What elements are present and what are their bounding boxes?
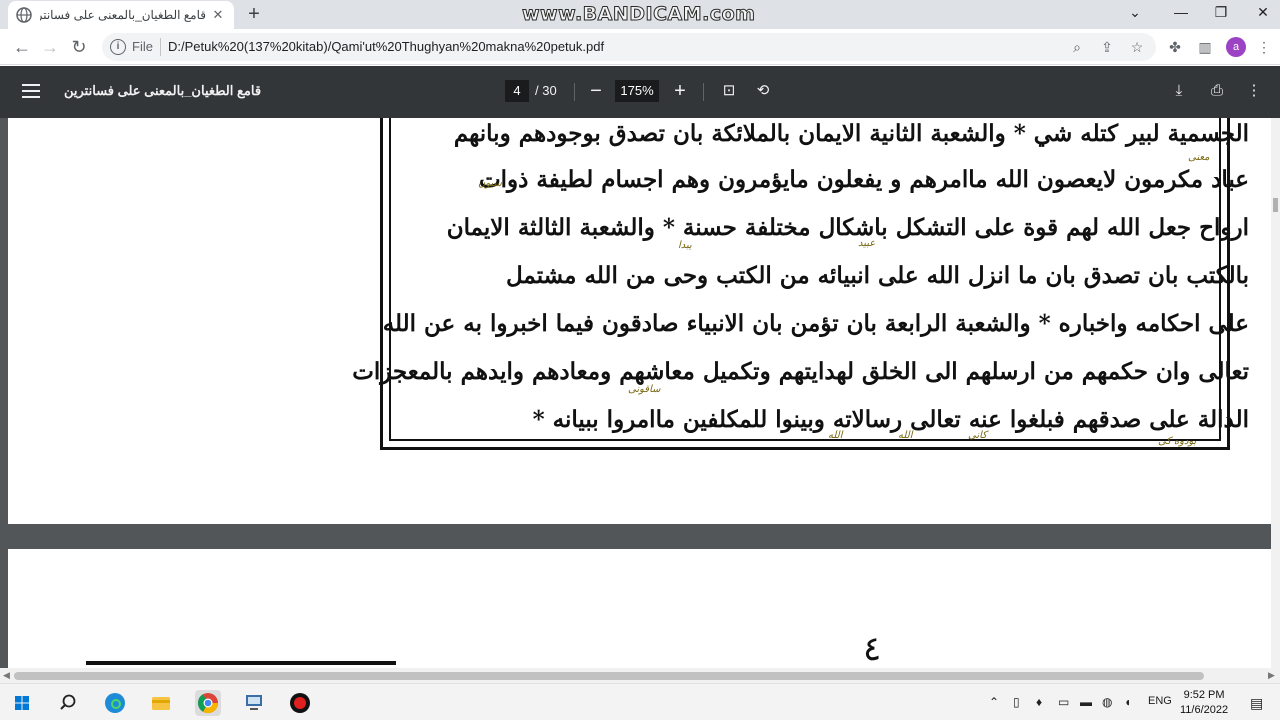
address-bar[interactable]: i File D:/Petuk%20(137%20kitab)/Qami'ut%… <box>102 33 1156 61</box>
page-number-glyph: ٤ <box>863 629 882 668</box>
search-icon[interactable] <box>54 689 82 717</box>
annotation: الله <box>828 430 843 441</box>
tab-title: قامع الطغيان_بالمعنى على فسانتر <box>40 8 206 22</box>
clock-time: 9:52 PM <box>1183 689 1225 701</box>
show-hidden-icons-icon[interactable]: ⌃ <box>989 695 999 709</box>
clock-date: 11/6/2022 <box>1180 704 1229 716</box>
download-icon[interactable]: ⤓ <box>1168 80 1190 102</box>
hamburger-menu-icon[interactable] <box>20 80 42 102</box>
scan-text-line: تعالى وان حكمهم من ارسلهم الى الخلق لهدا… <box>352 358 1249 385</box>
windows-start-icon[interactable] <box>8 689 36 717</box>
zoom-level-input[interactable]: 175% <box>615 80 659 102</box>
new-tab-button[interactable]: + <box>243 4 265 26</box>
url-text[interactable]: D:/Petuk%20(137%20kitab)/Qami'ut%20Thugh… <box>168 39 604 54</box>
horizontal-scroll-thumb[interactable] <box>14 672 1204 680</box>
close-window-button[interactable]: ✕ <box>1240 0 1280 24</box>
bookmark-star-icon[interactable]: ☆ <box>1128 38 1146 56</box>
info-icon[interactable]: i <box>110 39 126 55</box>
chrome-menu-icon[interactable]: ⋮ <box>1254 37 1274 57</box>
bandicam-watermark: www.BANDICAM.com <box>521 3 756 26</box>
maximize-button[interactable]: ❐ <box>1198 0 1244 24</box>
volume-icon[interactable]: ◖ <box>1124 695 1131 709</box>
browser-tab[interactable]: قامع الطغيان_بالمعنى على فسانتر ✕ <box>8 1 234 29</box>
tab-strip: قامع الطغيان_بالمعنى على فسانتر ✕ + www.… <box>0 0 1280 29</box>
bandicam-record-icon[interactable] <box>286 689 314 717</box>
toolbar-divider <box>703 83 704 101</box>
scan-text-line: الدالة على صدقهم فبلغوا عنه تعالى رسالات… <box>532 406 1249 433</box>
windows-taskbar: ⌃ ▯ ♦ ▭ ▬ ◍ ◖ ENG 9:52 PM 11/6/2022 ▤ <box>0 683 1280 720</box>
device-icon[interactable]: ▯ <box>1013 695 1020 709</box>
globe-icon <box>16 7 32 23</box>
scan-text-line: بالكتب بان تصدق بان ما انزل الله على انب… <box>505 262 1249 289</box>
browser-toolbar: ← → ↻ i File D:/Petuk%20(137%20kitab)/Qa… <box>0 29 1280 65</box>
scroll-right-arrow-icon[interactable]: ▶ <box>1268 670 1275 681</box>
document-title: قامع الطغيان_بالمعنى على فسانترين <box>64 83 262 98</box>
file-explorer-icon[interactable] <box>147 689 175 717</box>
annotation: يبدا <box>678 240 692 251</box>
annotation: ساقونى <box>628 384 661 395</box>
pdf-toolbar: قامع الطغيان_بالمعنى على فسانترين 4 / 30… <box>0 66 1280 118</box>
scheme-label: File <box>132 39 153 54</box>
page-total: / 30 <box>535 83 557 98</box>
zoom-in-button[interactable]: + <box>669 80 691 102</box>
vertical-scroll-thumb[interactable] <box>1273 198 1278 212</box>
share-icon[interactable]: ⇪ <box>1098 38 1116 56</box>
scan-text-line: الجسمية لبير كتله شي * والشعبة الثانية ا… <box>453 120 1249 147</box>
battery-icon[interactable]: ▬ <box>1080 695 1092 709</box>
system-clock[interactable]: 9:52 PM 11/6/2022 <box>1180 688 1228 718</box>
print-icon[interactable]: ⎙ <box>1206 80 1228 102</box>
tab-search-icon[interactable]: ⌄ <box>1112 0 1158 24</box>
fit-page-icon[interactable]: ⊡ <box>718 80 740 102</box>
edge-browser-icon[interactable] <box>101 689 129 717</box>
annotation: عبيد <box>858 238 876 249</box>
annotation: معنى <box>1188 152 1210 163</box>
forward-button[interactable]: → <box>38 35 62 59</box>
pdf-page: الجسمية لبير كتله شي * والشعبة الثانية ا… <box>8 118 1271 524</box>
language-indicator[interactable]: ENG <box>1148 695 1172 707</box>
reload-button[interactable]: ↻ <box>67 35 91 59</box>
annotation: الله <box>898 430 913 441</box>
pdf-viewer[interactable]: الجسمية لبير كتله شي * والشعبة الثانية ا… <box>0 118 1280 668</box>
horizontal-scrollbar[interactable]: ◀ ▶ <box>0 668 1280 683</box>
page-number-input[interactable]: 4 <box>505 80 529 102</box>
more-options-icon[interactable]: ⋮ <box>1243 80 1265 102</box>
chrome-icon[interactable] <box>194 689 222 717</box>
remote-desktop-icon[interactable] <box>240 689 268 717</box>
pdf-page: ٤ <box>8 549 1271 668</box>
notification-icon[interactable]: ▤ <box>1250 695 1263 712</box>
rotate-icon[interactable]: ⟲ <box>752 80 774 102</box>
vertical-scrollbar[interactable] <box>1271 118 1280 668</box>
profile-avatar[interactable]: a <box>1226 37 1246 57</box>
toolbar-divider <box>574 83 575 101</box>
annotation: كانى <box>968 430 987 441</box>
annotation: سيون <box>478 178 502 189</box>
microphone-icon[interactable]: ♦ <box>1036 695 1042 709</box>
scan-text-line: ارواح جعل الله لهم قوة على التشكل باشكال… <box>446 214 1249 241</box>
scan-text-line: عباد مكرمون لايعصون الله ماامرهم و يفعلو… <box>479 166 1249 193</box>
zoom-out-button[interactable]: − <box>585 80 607 102</box>
network-icon[interactable]: ◍ <box>1102 695 1112 709</box>
tab-close-icon[interactable]: ✕ <box>210 7 226 23</box>
display-icon[interactable]: ▭ <box>1058 695 1069 709</box>
omnibox-divider <box>160 38 161 56</box>
annotation: بودوه كى <box>1158 436 1197 447</box>
extensions-icon[interactable]: ✤ <box>1165 37 1185 57</box>
horizontal-rule <box>86 661 396 665</box>
side-panel-icon[interactable]: ▥ <box>1195 37 1215 57</box>
scan-text-line: على احكامه واخباره * والشعبة الرابعة بان… <box>382 310 1249 337</box>
back-button[interactable]: ← <box>10 35 34 59</box>
zoom-icon[interactable]: ⌕ <box>1068 38 1086 56</box>
scroll-left-arrow-icon[interactable]: ◀ <box>3 670 10 681</box>
